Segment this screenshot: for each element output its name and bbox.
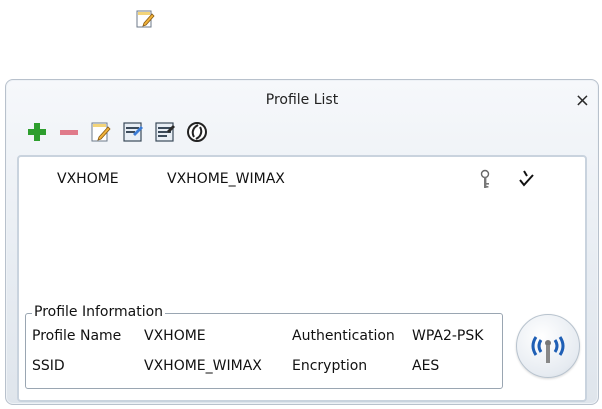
edit-icon — [135, 8, 157, 30]
add-profile-button[interactable] — [24, 119, 50, 145]
ssid-value: VXHOME_WIMAX — [144, 358, 262, 374]
key-icon — [477, 169, 497, 191]
import-icon — [123, 122, 143, 142]
profile-name-value: VXHOME — [144, 328, 206, 344]
authentication-value: WPA2-PSK — [412, 328, 484, 344]
remove-profile-button[interactable] — [56, 119, 82, 145]
edit-profile-button[interactable] — [88, 119, 114, 145]
import-profile-button[interactable] — [120, 119, 146, 145]
authentication-label: Authentication — [292, 328, 395, 344]
toolbar — [24, 118, 210, 146]
profile-information-legend: Profile Information — [32, 304, 166, 320]
ssid-label: SSID — [32, 358, 65, 374]
signal-icon — [531, 336, 565, 363]
profile-row[interactable]: VXHOME VXHOME_WIMAX — [19, 167, 585, 193]
profile-list-panel: VXHOME VXHOME_WIMAX Profile Information … — [17, 155, 587, 402]
profile-row-name: VXHOME — [57, 171, 119, 187]
profile-name-label: Profile Name — [32, 328, 122, 344]
profile-row-ssid: VXHOME_WIMAX — [167, 171, 285, 187]
encryption-label: Encryption — [292, 358, 368, 374]
profile-information-group: Profile Information Profile Name VXHOME … — [25, 304, 503, 389]
encryption-value: AES — [412, 358, 440, 374]
signal-button[interactable] — [516, 314, 580, 378]
export-icon — [155, 122, 175, 142]
dialog-title: Profile List — [265, 92, 339, 108]
remove-icon — [60, 130, 78, 135]
connected-icon — [514, 167, 538, 191]
profile-list-dialog: Profile List × VXHOME VXHOME_WIMAX Profi… — [5, 79, 599, 405]
close-button[interactable]: × — [575, 90, 590, 111]
connect-icon — [187, 122, 207, 142]
add-icon — [28, 123, 46, 141]
edit-icon — [91, 122, 111, 142]
connect-profile-button[interactable] — [184, 119, 210, 145]
export-profile-button[interactable] — [152, 119, 178, 145]
